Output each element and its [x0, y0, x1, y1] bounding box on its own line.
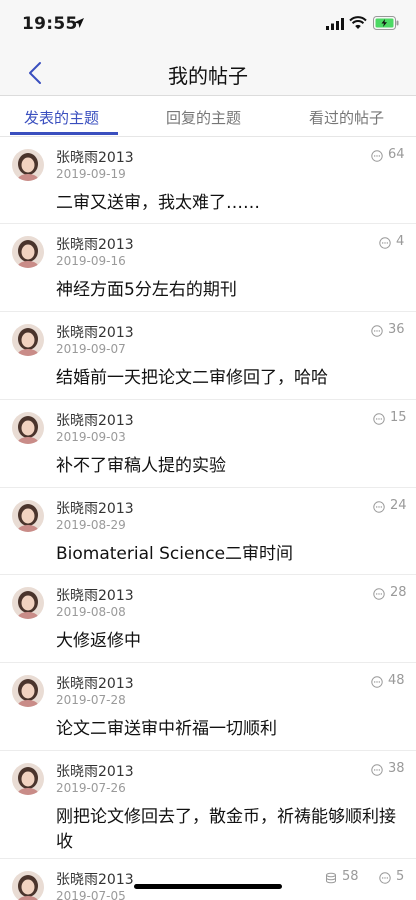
post-item[interactable]: 张晓雨2013 2019-08-08 28 大修返修中 [0, 575, 416, 663]
avatar [12, 500, 44, 532]
coin-stack-icon [326, 872, 336, 884]
post-author: 张晓雨2013 [56, 872, 134, 888]
reply-count: 38 [388, 761, 405, 776]
post-date: 2019-09-03 [56, 430, 126, 444]
avatar [12, 871, 44, 900]
post-date: 2019-09-19 [56, 167, 126, 181]
post-author: 张晓雨2013 [56, 501, 134, 517]
battery-icon [373, 16, 399, 30]
post-item[interactable]: 张晓雨2013 2019-09-07 36 结婚前一天把论文二审修回了，哈哈 [0, 312, 416, 400]
avatar [12, 236, 44, 268]
post-author: 张晓雨2013 [56, 150, 134, 166]
avatar [12, 149, 44, 181]
post-author: 张晓雨2013 [56, 676, 134, 692]
comment-icon [379, 237, 391, 249]
post-date: 2019-07-28 [56, 693, 126, 707]
avatar [12, 763, 44, 795]
post-title: Biomaterial Science二审时间 [56, 544, 294, 564]
reply-count: 24 [390, 498, 407, 513]
comment-icon [371, 150, 383, 162]
post-title: 神经方面5分左右的期刊 [56, 280, 237, 300]
post-date: 2019-07-26 [56, 781, 126, 795]
comment-icon [373, 501, 385, 513]
post-author: 张晓雨2013 [56, 413, 134, 429]
post-title: 结婚前一天把论文二审修回了，哈哈 [56, 368, 328, 388]
post-item[interactable]: 张晓雨2013 2019-09-19 64 二审又送审，我太难了…… [0, 137, 416, 224]
post-item[interactable]: 张晓雨2013 2019-07-05 58 5 [0, 859, 416, 900]
post-date: 2019-09-07 [56, 342, 126, 356]
nav-bar: 我的帖子 [0, 50, 416, 96]
post-author: 张晓雨2013 [56, 764, 134, 780]
post-author: 张晓雨2013 [56, 237, 134, 253]
post-author: 张晓雨2013 [56, 588, 134, 604]
post-title: 大修返修中 [56, 631, 141, 651]
reply-count: 5 [396, 869, 405, 884]
tab-bar: 发表的主题 回复的主题 看过的帖子 [0, 97, 416, 137]
avatar [12, 587, 44, 619]
post-title: 刚把论文修回去了，散金币，祈祷能够顺利接收 [56, 807, 396, 852]
comment-icon [371, 764, 383, 776]
post-item[interactable]: 张晓雨2013 2019-09-03 15 补不了审稿人提的实验 [0, 400, 416, 488]
home-indicator[interactable] [134, 884, 282, 889]
reply-count: 4 [396, 234, 405, 249]
comment-icon [371, 676, 383, 688]
avatar [12, 412, 44, 444]
comment-icon [373, 413, 385, 425]
status-time: 19:55 [22, 14, 78, 34]
wifi-icon [349, 16, 367, 29]
reply-count: 15 [390, 410, 407, 425]
comment-icon [373, 588, 385, 600]
reply-count: 28 [390, 585, 407, 600]
post-author: 张晓雨2013 [56, 325, 134, 341]
post-date: 2019-09-16 [56, 254, 126, 268]
post-date: 2019-07-05 [56, 889, 126, 900]
comment-icon [379, 872, 391, 884]
post-item[interactable]: 张晓雨2013 2019-07-28 48 论文二审送审中祈福一切顺利 [0, 663, 416, 751]
comment-icon [371, 325, 383, 337]
reply-count: 36 [388, 322, 405, 337]
reply-count: 48 [388, 673, 405, 688]
reply-count: 64 [388, 147, 405, 162]
post-item[interactable]: 张晓雨2013 2019-07-26 38 刚把论文修回去了，散金币，祈祷能够顺… [0, 751, 416, 859]
active-tab-indicator [10, 132, 118, 135]
post-title: 二审又送审，我太难了…… [56, 193, 260, 213]
post-title: 补不了审稿人提的实验 [56, 456, 226, 476]
post-date: 2019-08-29 [56, 518, 126, 532]
status-bar: 19:55 [0, 0, 416, 50]
page-title: 我的帖子 [168, 64, 248, 88]
post-item[interactable]: 张晓雨2013 2019-09-16 4 神经方面5分左右的期刊 [0, 224, 416, 312]
signal-icon [326, 18, 344, 30]
avatar [12, 324, 44, 356]
post-item[interactable]: 张晓雨2013 2019-08-29 24 Biomaterial Scienc… [0, 488, 416, 575]
post-date: 2019-08-08 [56, 605, 126, 619]
post-title: 论文二审送审中祈福一切顺利 [56, 719, 277, 739]
avatar [12, 675, 44, 707]
tab-viewed-posts[interactable]: 看过的帖子 [309, 107, 384, 128]
tab-published-topics[interactable]: 发表的主题 [24, 107, 99, 128]
location-arrow-icon [74, 18, 84, 28]
coin-count: 58 [342, 869, 359, 884]
tab-replied-topics[interactable]: 回复的主题 [166, 107, 241, 128]
